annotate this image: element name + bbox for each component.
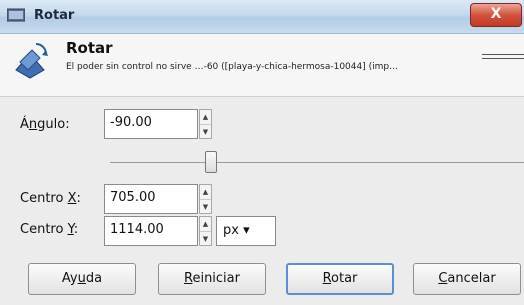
window-title: Rotar [34,8,75,23]
angle-slider-thumb[interactable] [205,151,217,173]
spin-down-icon[interactable]: ▼ [200,232,211,246]
center-y-label: Centro Y: [20,222,79,237]
close-button[interactable]: X [470,3,522,27]
cancel-button[interactable]: Cancelar [413,263,521,295]
rotate-icon [15,43,48,79]
spin-up-icon[interactable]: ▲ [200,217,211,232]
dialog-heading: Rotar [66,39,113,57]
center-x-label: Centro X: [20,191,81,206]
angle-spinner[interactable]: ▲ ▼ [199,109,212,139]
rotate-button[interactable]: Rotar [286,263,394,295]
reset-button[interactable]: Reiniciar [158,263,266,295]
dialog-header: Rotar El poder sin control no sirve …-60… [0,34,524,97]
angle-input[interactable]: -90.00 [104,109,198,139]
center-x-input[interactable]: 705.00 [104,184,198,214]
angle-label: Ángulo: [20,117,70,132]
spin-up-icon[interactable]: ▲ [200,185,211,200]
spin-down-icon[interactable]: ▼ [200,125,211,139]
help-button[interactable]: Ayuda [28,263,136,295]
spin-down-icon[interactable]: ▼ [200,200,211,214]
image-subtitle: El poder sin control no sirve …-60 ([pla… [66,62,399,72]
angle-slider-track[interactable] [110,162,524,163]
spin-up-icon[interactable]: ▲ [200,110,211,125]
center-x-spinner[interactable]: ▲ ▼ [199,184,212,214]
app-icon [7,8,25,22]
center-y-spinner[interactable]: ▲ ▼ [199,216,212,246]
center-y-input[interactable]: 1114.00 [104,216,198,246]
unit-select[interactable]: px ▾ [216,216,276,246]
close-icon: X [490,6,502,22]
dropdown-arrow-icon: ▾ [238,223,250,238]
header-rule [482,54,524,59]
title-bar[interactable]: Rotar X [0,0,524,34]
